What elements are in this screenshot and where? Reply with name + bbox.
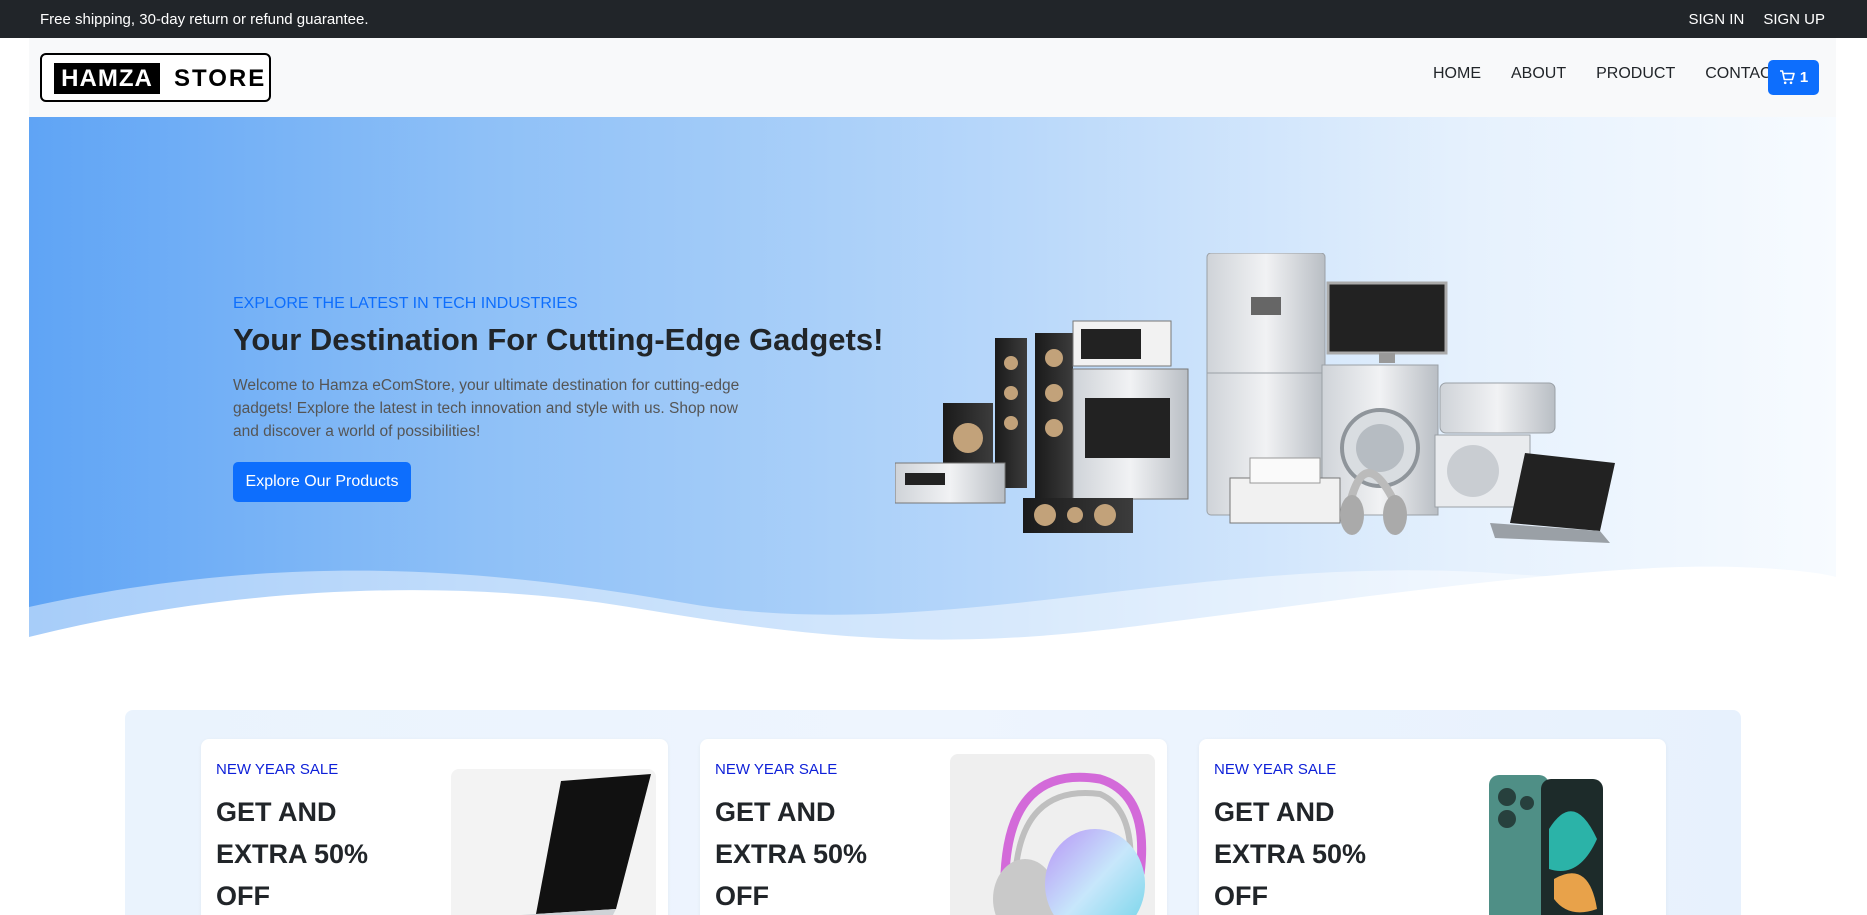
electronics-appliances-image: [895, 253, 1615, 543]
cart-count: 1: [1799, 69, 1809, 86]
sign-in-link[interactable]: SIGN IN: [1688, 11, 1744, 28]
nav-about-link[interactable]: ABOUT: [1496, 63, 1581, 85]
promo-tag: NEW YEAR SALE: [1214, 761, 1337, 778]
promo-card-laptop[interactable]: NEW YEAR SALE GET AND EXTRA 50% OFF: [201, 739, 668, 915]
hero-subtitle: EXPLORE THE LATEST IN TECH INDUSTRIES: [233, 295, 578, 312]
cart-button[interactable]: 1: [1768, 60, 1819, 95]
promo-section: NEW YEAR SALE GET AND EXTRA 50% OFF NEW …: [125, 710, 1741, 915]
nav-links: HOME ABOUT PRODUCT CONTACT: [1418, 63, 1796, 85]
shipping-message: Free shipping, 30-day return or refund g…: [40, 11, 369, 28]
promo-tag: NEW YEAR SALE: [715, 761, 838, 778]
promo-tag: NEW YEAR SALE: [216, 761, 339, 778]
auth-links: SIGN IN SIGN UP: [1688, 11, 1825, 28]
nav-home-link[interactable]: HOME: [1418, 63, 1496, 85]
promo-card-headphones[interactable]: NEW YEAR SALE GET AND EXTRA 50% OFF: [700, 739, 1167, 915]
promo-card-phone[interactable]: NEW YEAR SALE GET AND EXTRA 50% OFF: [1199, 739, 1666, 915]
headphones-image: [950, 754, 1155, 915]
store-logo[interactable]: HAMZA STORE: [40, 53, 271, 102]
explore-products-button[interactable]: Explore Our Products: [233, 462, 411, 502]
logo-hamza-text: HAMZA: [54, 63, 160, 94]
foldable-phone-image: [1479, 769, 1619, 915]
laptop-image: [451, 769, 656, 915]
main-navbar: HAMZA STORE HOME ABOUT PRODUCT CONTACT 1: [29, 38, 1836, 117]
hero-description: Welcome to Hamza eComStore, your ultimat…: [233, 377, 740, 440]
promo-headline: GET AND EXTRA 50% OFF: [1214, 797, 1367, 911]
nav-product-link[interactable]: PRODUCT: [1581, 63, 1690, 85]
hero-title: Your Destination For Cutting-Edge Gadget…: [233, 322, 884, 357]
hero-section: EXPLORE THE LATEST IN TECH INDUSTRIES Yo…: [29, 117, 1836, 677]
sign-up-link[interactable]: SIGN UP: [1763, 11, 1825, 28]
promo-headline: GET AND EXTRA 50% OFF: [216, 797, 369, 911]
cart-icon: [1779, 70, 1795, 85]
logo-store-text: STORE: [174, 65, 267, 92]
hero-wave-divider: [29, 566, 1836, 677]
promo-headline: GET AND EXTRA 50% OFF: [715, 797, 868, 911]
top-announcement-bar: Free shipping, 30-day return or refund g…: [0, 0, 1867, 38]
